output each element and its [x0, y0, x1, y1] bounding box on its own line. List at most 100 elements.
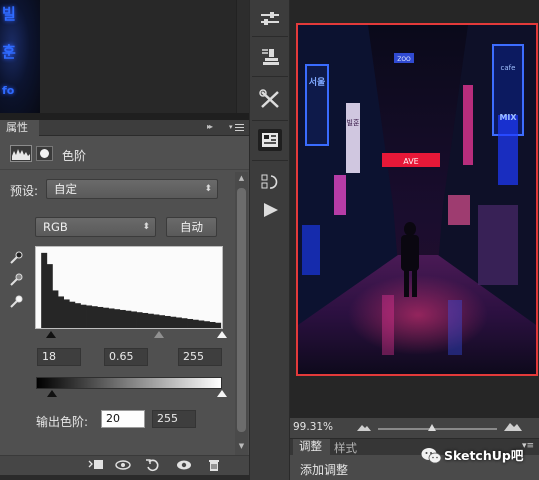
- tab-styles[interactable]: 样式: [334, 440, 357, 456]
- channel-dropdown[interactable]: RGB ⬍: [35, 217, 156, 237]
- adjustment-title: 色阶: [62, 149, 87, 163]
- histogram-bar: [80, 304, 87, 328]
- input-black-field[interactable]: 18: [37, 348, 81, 366]
- output-white-handle[interactable]: [217, 390, 227, 397]
- histogram-bar: [203, 321, 210, 328]
- histogram-bar: [125, 310, 132, 328]
- tab-adjustments[interactable]: 调整: [293, 439, 330, 455]
- histogram-bar: [91, 306, 98, 328]
- histogram-bar: [102, 307, 109, 328]
- output-black-field[interactable]: 20: [101, 410, 145, 428]
- histogram-bar: [69, 301, 76, 328]
- document-thumbnail: 빌 훈 fo: [0, 0, 40, 113]
- tools-cross-icon[interactable]: [258, 88, 282, 110]
- view-previous-icon[interactable]: [114, 457, 132, 473]
- preset-value: 自定: [54, 182, 77, 196]
- photo-sign-text: 빌훈: [347, 118, 360, 127]
- zoom-out-mountain-icon[interactable]: [356, 422, 372, 432]
- output-white-field[interactable]: 255: [152, 410, 196, 428]
- histogram-bar: [209, 321, 216, 328]
- document-image[interactable]: 서울 빌훈 ZOO MIX cafe AVE: [296, 23, 538, 376]
- channel-value: RGB: [43, 220, 68, 234]
- histogram-bar: [114, 309, 121, 328]
- histogram-bar: [130, 311, 137, 328]
- stamp-icon[interactable]: [258, 46, 282, 68]
- neon-street-photo: 서울 빌훈 ZOO MIX cafe AVE: [298, 25, 536, 374]
- histogram-bar: [215, 322, 222, 328]
- layer-mask-icon[interactable]: [36, 146, 53, 161]
- panel-dock-column: [249, 0, 290, 480]
- histogram-bar: [41, 252, 48, 328]
- scrollbar-thumb[interactable]: [237, 188, 246, 432]
- auto-button[interactable]: 自动: [166, 217, 217, 237]
- properties-icon[interactable]: [258, 129, 282, 151]
- histogram-bar: [52, 290, 59, 328]
- panel-divider: [0, 113, 249, 120]
- input-gamma-handle[interactable]: [153, 331, 164, 338]
- preset-dropdown[interactable]: 自定 ⬍: [46, 179, 218, 199]
- histogram: [35, 246, 223, 329]
- output-levels-label: 输出色阶:: [36, 415, 89, 429]
- histogram-bar: [63, 299, 70, 328]
- upper-panel: [40, 0, 249, 113]
- histogram-bar: [181, 318, 188, 328]
- histogram-bar: [46, 264, 53, 328]
- histogram-bar: [147, 313, 154, 328]
- watermark-text: SketchUp吧: [444, 448, 524, 463]
- adjustments-menu-icon[interactable]: ▾≡: [522, 441, 534, 451]
- panel-menu-icon[interactable]: ▾: [229, 121, 246, 134]
- histogram-bar: [86, 305, 93, 328]
- zoom-slider-handle[interactable]: [427, 424, 436, 431]
- input-levels-slider[interactable]: [38, 331, 227, 341]
- trash-icon[interactable]: [205, 457, 223, 473]
- adjustment-sliders-icon[interactable]: [258, 8, 282, 30]
- histogram-bar: [187, 318, 194, 328]
- input-white-field[interactable]: 255: [178, 348, 222, 366]
- zoom-in-mountain-icon[interactable]: [503, 420, 523, 432]
- clip-to-layer-icon[interactable]: [87, 457, 105, 473]
- history-icon[interactable]: [258, 171, 282, 193]
- photo-sign-text: cafe: [501, 64, 516, 72]
- levels-histogram-icon[interactable]: [10, 145, 32, 162]
- input-black-point-handle[interactable]: [45, 331, 56, 338]
- zoom-level[interactable]: 99.31%: [293, 421, 333, 433]
- visibility-eye-icon[interactable]: [175, 457, 193, 473]
- histogram-bar: [119, 309, 126, 328]
- upper-scrollbar[interactable]: [236, 0, 249, 113]
- input-white-point-handle[interactable]: [217, 331, 227, 338]
- bottom-strip: [0, 475, 249, 480]
- collapse-panel-icon[interactable]: ▸▸: [207, 122, 213, 131]
- histogram-bar: [153, 314, 160, 328]
- scroll-up-icon[interactable]: ▲: [236, 174, 247, 182]
- photo-sign-text: 서울: [309, 76, 326, 88]
- reset-icon[interactable]: [144, 457, 162, 473]
- zoom-slider[interactable]: [378, 428, 497, 430]
- histogram-bar: [192, 319, 199, 328]
- histogram-bar: [159, 315, 166, 328]
- histogram-bar: [74, 303, 81, 328]
- output-levels-slider[interactable]: [38, 390, 227, 400]
- tab-properties[interactable]: 属性: [0, 120, 39, 136]
- histogram-bar: [58, 296, 65, 328]
- dropdown-arrows-icon: ⬍: [204, 184, 212, 194]
- play-icon[interactable]: [258, 199, 282, 221]
- histogram-bar: [97, 306, 104, 328]
- photo-sign-text: MIX: [499, 113, 517, 122]
- histogram-bar: [198, 320, 205, 328]
- add-adjustment-label: 添加调整: [300, 463, 349, 477]
- output-levels-gradient: [36, 377, 222, 389]
- histogram-bar: [136, 312, 143, 328]
- thumbnail-sign-2: 훈: [2, 43, 16, 61]
- white-eyedropper-icon[interactable]: [9, 295, 23, 309]
- black-eyedropper-icon[interactable]: [9, 251, 23, 265]
- gray-eyedropper-icon[interactable]: [9, 273, 23, 287]
- thumbnail-sign-1: 빌: [2, 5, 16, 23]
- dropdown-arrows-icon: ⬍: [142, 222, 150, 232]
- output-black-handle[interactable]: [47, 390, 58, 397]
- photo-sign-text: AVE: [403, 157, 419, 166]
- histogram-bar: [142, 312, 149, 328]
- scroll-down-icon[interactable]: ▼: [236, 442, 247, 450]
- preset-label: 预设:: [10, 184, 39, 198]
- histogram-bar: [108, 308, 115, 328]
- input-gamma-field[interactable]: 0.65: [104, 348, 148, 366]
